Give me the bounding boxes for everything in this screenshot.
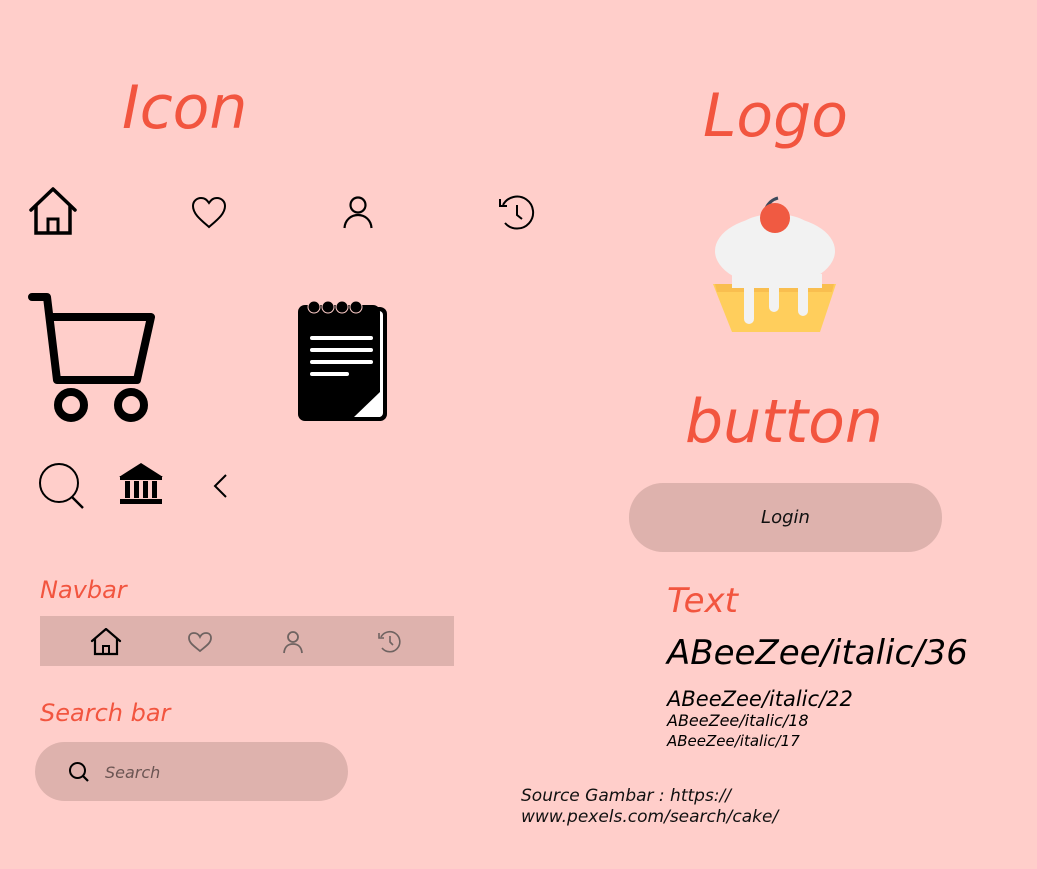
notepad-icon [297,299,389,423]
chevron-left-icon [212,473,230,501]
text-sample-22: ABeeZee/italic/22 [667,687,853,711]
bank-icon [118,462,164,506]
navbar [40,616,454,666]
search-bar [35,742,348,801]
history-icon [497,195,537,233]
navbar-item-favorites[interactable] [187,631,217,657]
history-icon [377,630,407,654]
text-section-heading: Text [667,581,738,621]
shopping-cart-icon [27,292,161,426]
navbar-section-heading: Navbar [40,576,127,604]
source-line-2[interactable]: www.pexels.com/search/cake/ [521,807,778,827]
button-section-heading: button [685,387,883,457]
search-icon [38,462,86,510]
login-button[interactable]: Login [629,483,942,552]
search-input[interactable] [103,757,327,787]
text-sample-17: ABeeZee/italic/17 [667,732,800,750]
logo-section-heading: Logo [703,81,848,151]
home-icon [90,628,122,656]
home-icon [27,186,79,236]
navbar-item-home[interactable] [90,628,122,656]
navbar-item-profile[interactable] [282,630,312,656]
source-line-1: Source Gambar : https:// [521,786,731,806]
user-icon [282,630,312,654]
source-attribution: Source Gambar : https:// www.pexels.com/… [521,786,778,828]
user-icon [342,195,374,229]
icon-section-heading: Icon [122,73,248,143]
cupcake-logo [712,194,838,336]
heart-icon [191,196,227,230]
heart-icon [187,631,217,653]
navbar-item-history[interactable] [377,630,407,656]
search-bar-section-heading: Search bar [40,699,171,727]
text-sample-18: ABeeZee/italic/18 [667,711,809,730]
search-icon[interactable] [68,761,90,783]
text-sample-36: ABeeZee/italic/36 [667,633,968,673]
